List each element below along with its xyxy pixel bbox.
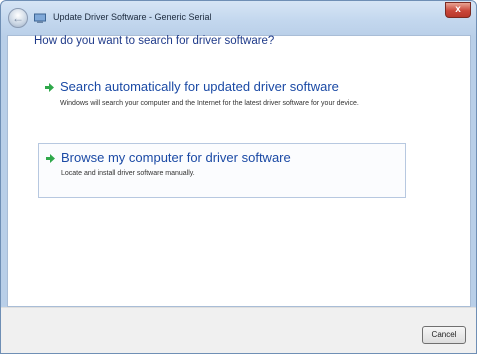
green-arrow-icon [46,154,55,163]
back-arrow-icon[interactable]: ← [8,8,28,28]
footer-bar: Cancel [1,307,476,353]
search-automatically-description: Windows will search your computer and th… [60,100,359,107]
browse-computer-option[interactable]: Browse my computer for driver software L… [38,143,406,198]
window-title: Update Driver Software - Generic Serial [53,12,212,22]
browse-computer-description: Locate and install driver software manua… [61,170,195,177]
green-arrow-icon [45,83,54,92]
page-heading: How do you want to search for driver sof… [34,35,275,47]
wizard-window: ← Update Driver Software - Generic Seria… [0,0,477,354]
cancel-button[interactable]: Cancel [422,326,466,344]
search-automatically-option[interactable]: Search automatically for updated driver … [38,79,406,123]
device-manager-icon [34,13,46,23]
search-automatically-title: Search automatically for updated driver … [60,79,339,94]
title-bar: ← Update Driver Software - Generic Seria… [1,1,476,35]
browse-computer-title: Browse my computer for driver software [61,150,291,165]
close-icon[interactable]: x [445,2,471,18]
